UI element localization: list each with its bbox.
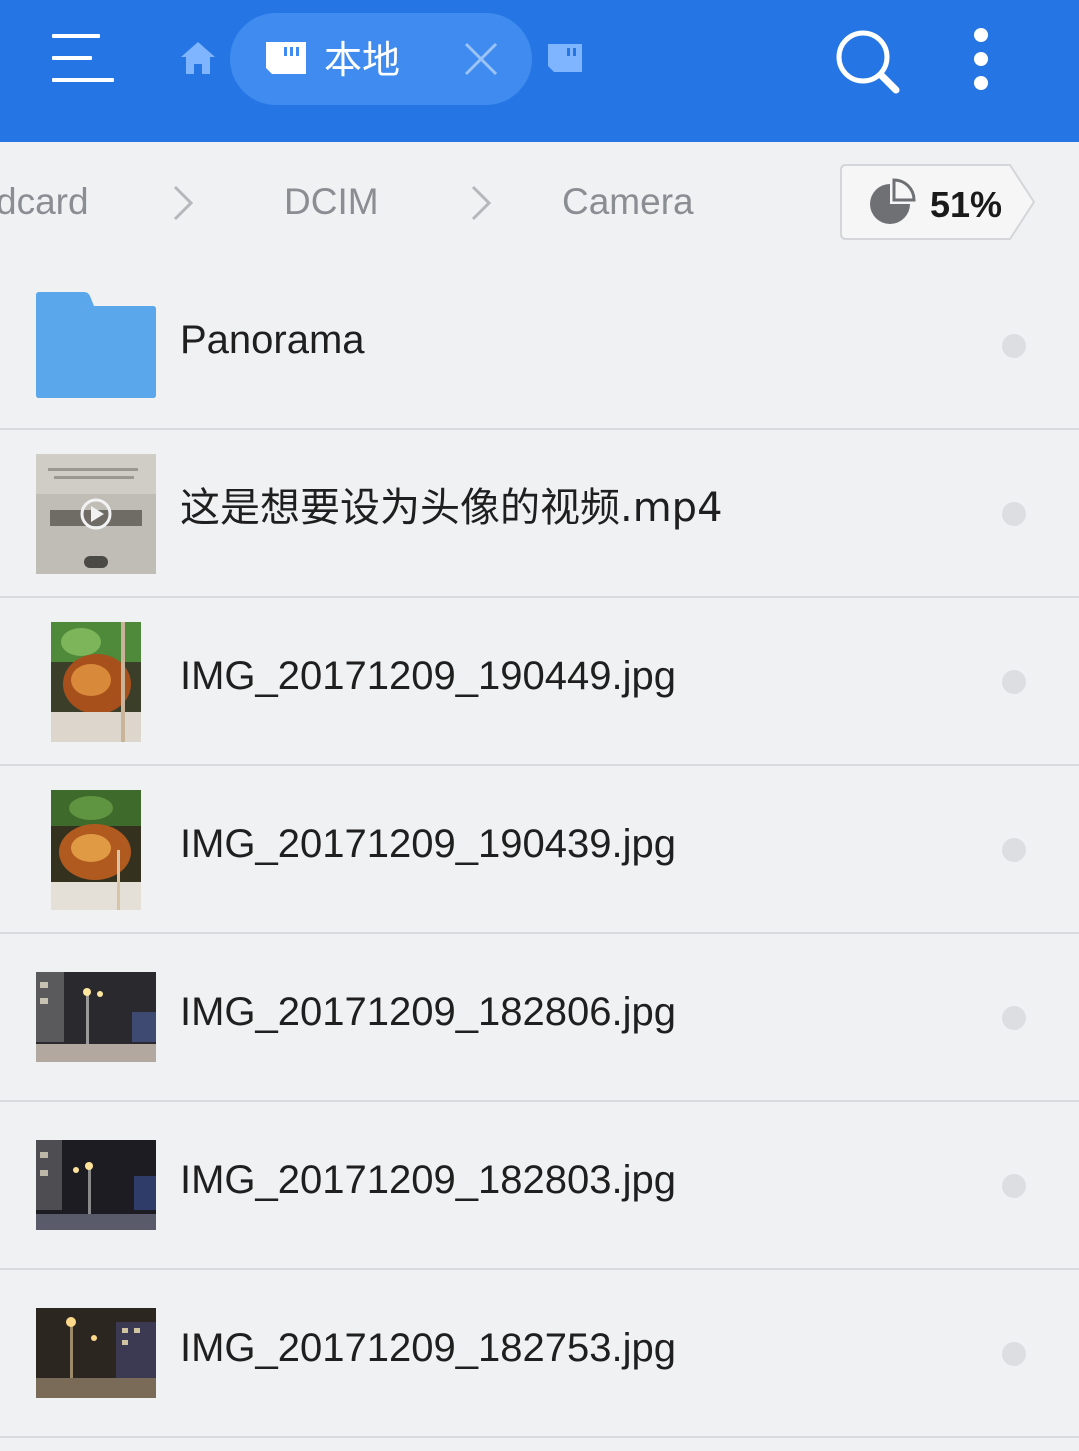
list-item[interactable]: Panorama xyxy=(0,262,1079,430)
file-name: IMG_20171209_182753.jpg xyxy=(180,1326,676,1370)
list-item[interactable]: IMG_20171209_190449.jpg xyxy=(0,598,1079,766)
list-item[interactable]: 这是想要设为头像的视频.mp4 xyxy=(0,430,1079,598)
sd-card-icon xyxy=(266,42,306,74)
video-thumbnail xyxy=(36,454,156,574)
list-item[interactable]: IMG_20171209_182753.jpg xyxy=(0,1270,1079,1438)
more-vert-icon[interactable] xyxy=(966,26,996,92)
file-name: IMG_20171209_182803.jpg xyxy=(180,1158,676,1202)
top-app-bar: 本地 xyxy=(0,0,1079,142)
breadcrumb: dcard DCIM Camera 51% xyxy=(0,142,1079,262)
home-icon[interactable] xyxy=(178,38,218,78)
search-icon[interactable] xyxy=(834,28,900,94)
select-indicator[interactable] xyxy=(1002,838,1026,862)
image-thumbnail xyxy=(51,790,141,910)
select-indicator[interactable] xyxy=(1002,1006,1026,1030)
breadcrumb-item-camera[interactable]: Camera xyxy=(562,178,694,226)
menu-icon[interactable] xyxy=(52,32,116,86)
select-indicator[interactable] xyxy=(1002,1342,1026,1366)
breadcrumb-item-sdcard[interactable]: dcard xyxy=(0,178,89,226)
image-thumbnail xyxy=(36,972,156,1062)
list-item[interactable]: IMG_20171209_182803.jpg xyxy=(0,1102,1079,1270)
tab-label: 本地 xyxy=(324,38,401,82)
chevron-right-icon xyxy=(471,185,492,221)
file-name: IMG_20171209_190449.jpg xyxy=(180,654,676,698)
file-name: IMG_20171209_190439.jpg xyxy=(180,822,676,866)
list-item[interactable]: IMG_20171209_190439.jpg xyxy=(0,766,1079,934)
pie-chart-icon xyxy=(870,178,916,224)
folder-icon xyxy=(36,292,156,398)
image-thumbnail xyxy=(36,1308,156,1398)
file-name: IMG_20171209_182806.jpg xyxy=(180,990,676,1034)
close-icon[interactable] xyxy=(462,40,500,78)
image-thumbnail xyxy=(36,1140,156,1230)
image-thumbnail xyxy=(51,622,141,742)
select-indicator[interactable] xyxy=(1002,334,1026,358)
storage-percent: 51% xyxy=(930,184,1003,225)
list-item[interactable]: IMG_20171209_182806.jpg xyxy=(0,934,1079,1102)
select-indicator[interactable] xyxy=(1002,502,1026,526)
select-indicator[interactable] xyxy=(1002,1174,1026,1198)
sd-card-icon[interactable] xyxy=(546,42,584,74)
file-name: Panorama xyxy=(180,318,365,362)
breadcrumb-item-dcim[interactable]: DCIM xyxy=(284,178,379,226)
file-name: 这是想要设为头像的视频.mp4 xyxy=(180,485,723,531)
chevron-right-icon xyxy=(173,185,194,221)
select-indicator[interactable] xyxy=(1002,670,1026,694)
